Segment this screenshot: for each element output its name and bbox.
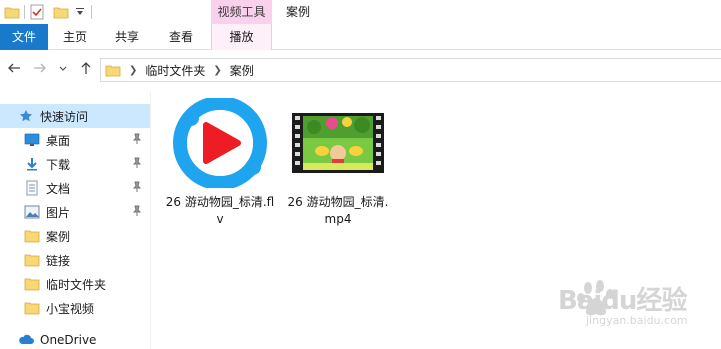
navigation-pane: 快速访问 桌面 下载 文档 图片 案例 链接 临时文件夹 小宝视频 OneDri… — [0, 92, 150, 349]
watermark-brand: Baidu经验 — [558, 286, 687, 316]
window-title: 案例 — [286, 5, 311, 19]
tab-play[interactable]: 播放 — [211, 24, 272, 50]
youku-player-icon — [170, 98, 270, 188]
nav-item-label: 链接 — [46, 253, 71, 268]
address-row: ❯ 临时文件夹 ❯ 案例 — [0, 56, 721, 84]
file-name: 26 游动物园_标清.mp4 — [287, 195, 389, 226]
arrow-left-icon — [7, 61, 21, 79]
nav-item-label: 桌面 — [46, 133, 71, 148]
nav-item-xiaobao-videos[interactable]: 小宝视频 — [0, 296, 150, 320]
nav-item-links[interactable]: 链接 — [0, 248, 150, 272]
watermark-url: jingyan.baidu.com — [586, 314, 688, 327]
document-icon — [24, 180, 40, 196]
chevron-down-icon — [58, 62, 68, 78]
nav-item-label: 临时文件夹 — [46, 277, 107, 292]
toolbar-separator — [24, 5, 25, 19]
nav-item-label: 文档 — [46, 181, 71, 196]
baidu-watermark: Baidu经验 jingyan.baidu.com — [556, 278, 716, 338]
dropdown-arrow-icon[interactable] — [73, 4, 87, 20]
toolbar-separator — [91, 5, 92, 19]
nav-item-temp-folder[interactable]: 临时文件夹 — [0, 272, 150, 296]
contextual-tools-label: 视频工具 — [211, 0, 272, 24]
folder-icon — [24, 228, 40, 244]
nav-item-pictures[interactable]: 图片 — [0, 200, 150, 224]
star-icon — [18, 108, 34, 124]
pin-icon[interactable] — [132, 133, 144, 147]
tab-share[interactable]: 共享 — [104, 24, 150, 50]
folder-icon — [24, 300, 40, 316]
cloud-icon — [18, 332, 34, 348]
up-button[interactable] — [76, 60, 96, 80]
nav-item-cases[interactable]: 案例 — [0, 224, 150, 248]
file-item[interactable]: 26 游动物园_标清.mp4 — [283, 98, 393, 228]
tab-file[interactable]: 文件 — [0, 24, 48, 50]
pin-icon[interactable] — [132, 181, 144, 195]
folder-icon — [24, 252, 40, 268]
nav-item-documents[interactable]: 文档 — [0, 176, 150, 200]
folder-icon — [105, 62, 121, 78]
folder-icon[interactable] — [4, 4, 20, 20]
pin-icon[interactable] — [132, 157, 144, 171]
tab-view[interactable]: 查看 — [158, 24, 204, 50]
picture-icon — [24, 204, 40, 220]
nav-item-downloads[interactable]: 下载 — [0, 152, 150, 176]
properties-check-icon[interactable] — [29, 4, 45, 20]
nav-item-label: 小宝视频 — [46, 301, 95, 316]
back-button[interactable] — [4, 60, 24, 80]
nav-item-label: 下载 — [46, 157, 71, 172]
recent-locations-button[interactable] — [56, 60, 70, 80]
breadcrumb-cases[interactable]: 案例 — [230, 62, 254, 79]
tab-home[interactable]: 主页 — [52, 24, 98, 50]
chevron-right-icon[interactable]: ❯ — [129, 65, 137, 76]
arrow-right-icon — [33, 61, 47, 79]
breadcrumb-temp-folder[interactable]: 临时文件夹 — [145, 62, 205, 79]
file-item[interactable]: 26 游动物园_标清.flv — [165, 98, 275, 228]
address-bar[interactable]: ❯ 临时文件夹 ❯ 案例 — [100, 58, 721, 82]
file-name: 26 游动物园_标清.flv — [165, 195, 275, 226]
nav-item-label: OneDrive — [40, 333, 97, 347]
nav-item-label: 快速访问 — [40, 109, 89, 124]
ribbon-tabs: 文件 主页 共享 查看 播放 — [0, 24, 721, 50]
download-icon — [24, 156, 40, 172]
nav-item-desktop[interactable]: 桌面 — [0, 128, 150, 152]
folder-icon[interactable] — [53, 4, 69, 20]
quick-access-toolbar — [0, 0, 96, 24]
nav-item-label: 图片 — [46, 205, 71, 220]
arrow-up-icon — [79, 61, 93, 79]
pin-icon[interactable] — [132, 205, 144, 219]
forward-button[interactable] — [30, 60, 50, 80]
nav-item-label: 案例 — [46, 229, 71, 244]
title-bar: 视频工具 案例 — [0, 0, 721, 24]
chevron-right-icon[interactable]: ❯ — [213, 65, 221, 76]
nav-item-quick-access[interactable]: 快速访问 — [0, 104, 150, 128]
folder-icon — [24, 276, 40, 292]
desktop-icon — [24, 132, 40, 148]
video-thumbnail-icon — [288, 98, 388, 188]
nav-item-onedrive[interactable]: OneDrive — [0, 328, 150, 349]
